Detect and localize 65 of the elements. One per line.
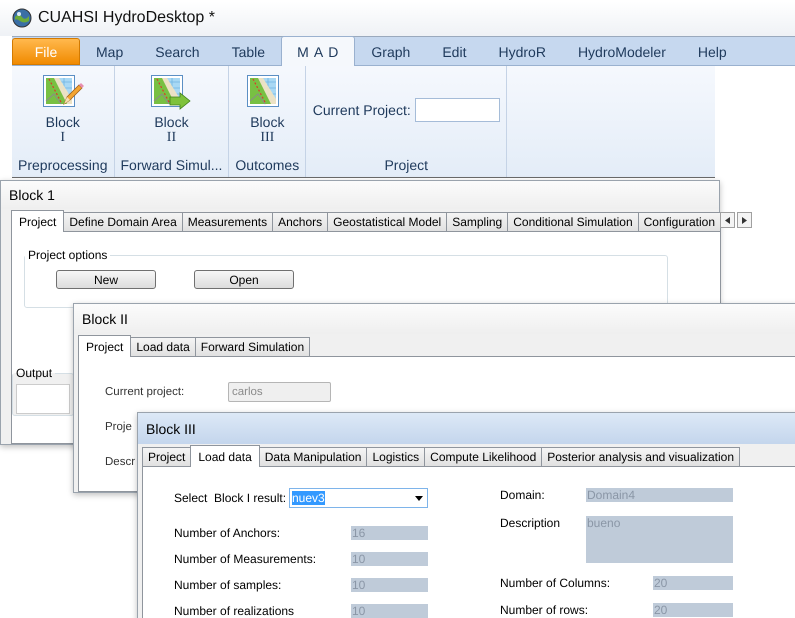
map-arrow-icon xyxy=(150,74,192,110)
field-label: Select Block I result: xyxy=(174,491,286,505)
tab[interactable]: Project xyxy=(142,447,192,466)
tab[interactable]: Project xyxy=(11,210,64,232)
field-label: Descr xyxy=(105,456,136,468)
field-label: Domain: xyxy=(500,488,545,502)
window-title: Block III xyxy=(146,420,196,436)
group-label: Project options xyxy=(27,248,108,262)
window-title: Block 1 xyxy=(9,187,55,203)
ribbon-tab[interactable]: HydroR xyxy=(482,38,562,65)
tab[interactable]: Geostatistical Model xyxy=(327,212,448,231)
tab[interactable]: Load data xyxy=(130,337,196,356)
ribbon-tab[interactable]: Search xyxy=(139,38,216,65)
tab[interactable]: Data Manipulation xyxy=(258,447,368,466)
tab[interactable]: Conditional Simulation xyxy=(507,212,639,231)
group-label: Preprocessing xyxy=(18,156,108,175)
input-field[interactable] xyxy=(414,98,500,122)
group-label: Outcomes xyxy=(235,156,300,175)
window-title: Block II xyxy=(82,311,128,327)
ribbon-button[interactable]: Block III xyxy=(238,74,296,146)
group-label: Forward Simul... xyxy=(120,156,222,175)
field-label: Current Project: xyxy=(312,102,411,118)
tab[interactable]: Anchors xyxy=(272,212,328,231)
ribbon-tab[interactable]: Graph xyxy=(355,38,426,65)
left-arrow-icon xyxy=(725,216,730,224)
read-only-field: carlos xyxy=(228,382,331,402)
ribbon-button[interactable]: Block I xyxy=(34,74,92,146)
tab[interactable]: Define Domain Area xyxy=(63,212,183,231)
ribbon-tab[interactable]: Edit xyxy=(426,38,482,65)
ribbon-tab[interactable]: Table xyxy=(216,38,282,65)
field-label: Proje xyxy=(105,421,132,433)
field-label: Number of rows: xyxy=(500,603,588,617)
tab[interactable]: Forward Simulation xyxy=(194,337,310,356)
map-pencil-icon xyxy=(42,74,84,110)
app-title: CUAHSI HydroDesktop * xyxy=(38,9,215,27)
globe-icon xyxy=(12,8,32,28)
ribbon-tab[interactable]: HydroModeler xyxy=(562,38,682,65)
tab[interactable]: Posterior analysis and visualization xyxy=(541,447,740,466)
tab[interactable]: Compute Likelihood xyxy=(424,447,542,466)
ribbon-button[interactable]: Block II xyxy=(142,74,200,146)
tab[interactable]: Measurements xyxy=(182,212,274,231)
field-label: Description xyxy=(500,516,560,530)
push-button[interactable]: Open xyxy=(194,270,294,289)
field-label: Number of Measurements: xyxy=(174,552,316,566)
tab[interactable]: Logistics xyxy=(366,447,426,466)
field-label: Current project: xyxy=(105,386,184,398)
scroll-right-button[interactable] xyxy=(737,212,752,228)
field-label: Number of realizations xyxy=(174,604,294,618)
tab[interactable]: Sampling xyxy=(446,212,508,231)
output-field xyxy=(16,384,70,414)
field-label: Number of Columns: xyxy=(500,576,610,590)
right-arrow-icon xyxy=(742,216,748,224)
scroll-left-button[interactable] xyxy=(720,212,736,228)
ribbon-tab[interactable]: M A D xyxy=(281,36,356,66)
push-button[interactable]: New xyxy=(56,270,156,289)
ribbon-tab[interactable]: Map xyxy=(80,38,140,65)
tab[interactable]: Project xyxy=(78,335,132,357)
field-label: Number of samples: xyxy=(174,578,282,592)
group-label: Output xyxy=(15,366,54,380)
ribbon-tab[interactable]: Help xyxy=(682,38,743,65)
tab[interactable]: Load data xyxy=(190,445,260,467)
caret-icon xyxy=(415,496,423,500)
field-label: Number of Anchors: xyxy=(174,526,280,540)
tab[interactable]: Configuration xyxy=(638,212,722,231)
group-label: Project xyxy=(383,156,430,175)
